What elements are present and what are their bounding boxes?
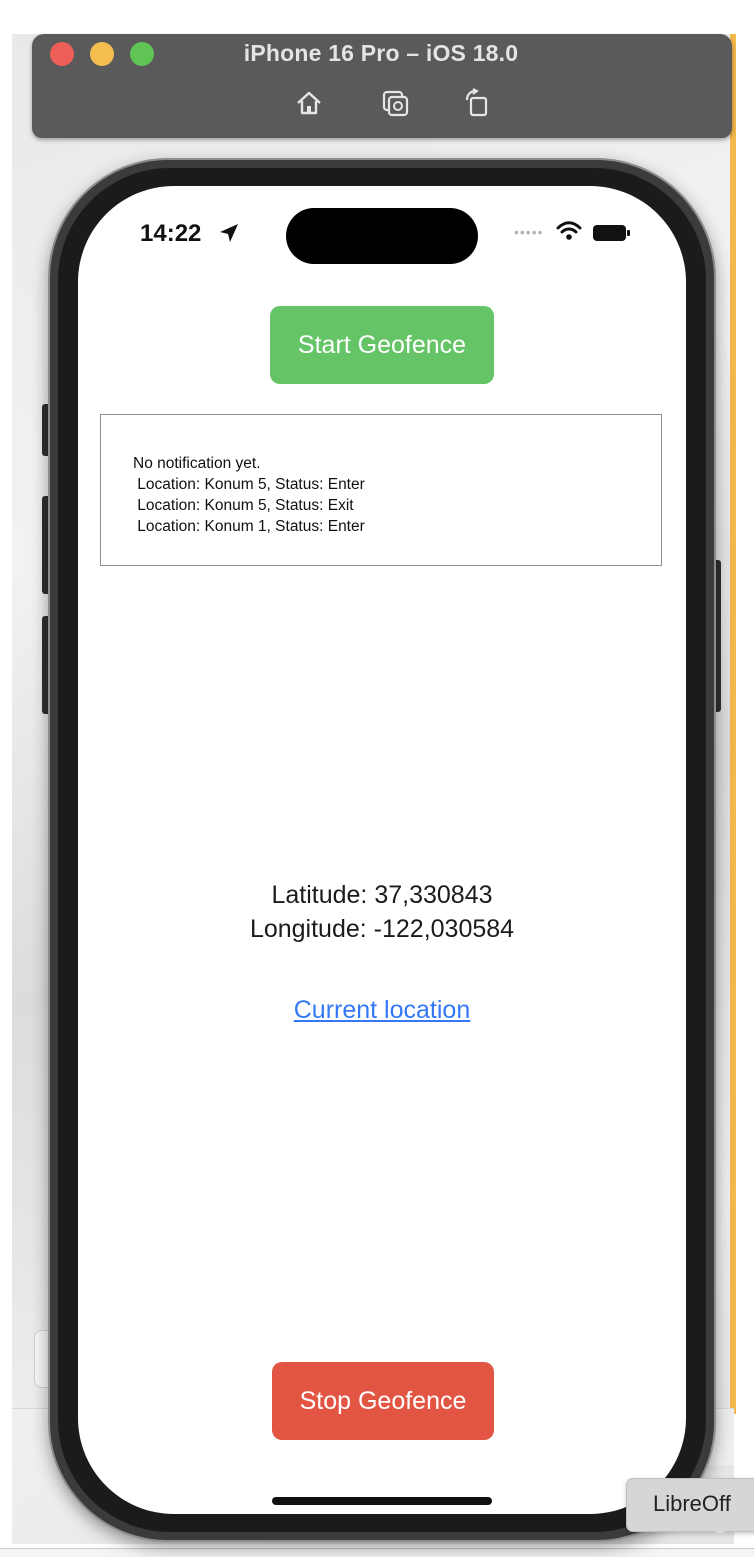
home-indicator[interactable] — [272, 1497, 492, 1505]
zoom-window-button[interactable] — [130, 42, 154, 66]
stop-geofence-button[interactable]: Stop Geofence — [272, 1362, 494, 1440]
notification-line: No notification yet. — [133, 455, 261, 472]
dock-tooltip: LibreOff — [626, 1478, 754, 1532]
home-icon[interactable] — [294, 88, 324, 118]
close-window-button[interactable] — [50, 42, 74, 66]
notification-line: Location: Konum 5, Status: Enter — [133, 476, 365, 493]
wifi-icon — [556, 221, 582, 240]
location-arrow-icon — [220, 224, 238, 242]
latitude-text: Latitude: 37,330843 — [271, 881, 493, 909]
screenshot-icon[interactable] — [380, 88, 410, 118]
tooltip-pointer — [712, 1528, 728, 1537]
cellular-signal-icon: ••••• — [514, 224, 544, 240]
tooltip-text: LibreOff — [653, 1491, 731, 1516]
start-geofence-button[interactable]: Start Geofence — [270, 306, 494, 384]
notification-line: Location: Konum 5, Status: Exit — [133, 497, 354, 514]
window-edge-accent — [730, 34, 736, 1414]
phone-screen: 14:22 ••••• Start Geofence No notificati… — [78, 186, 686, 1514]
battery-icon — [593, 225, 630, 241]
simulator-title: iPhone 16 Pro – iOS 18.0 — [243, 40, 519, 66]
coordinates-display: Latitude: 37,330843 Longitude: -122,0305… — [78, 878, 686, 946]
status-time: 14:22 — [140, 220, 202, 247]
notification-list: No notification yet. Location: Konum 5, … — [133, 453, 365, 537]
current-location-link[interactable]: Current location — [78, 996, 686, 1025]
minimize-window-button[interactable] — [90, 42, 114, 66]
longitude-text: Longitude: -122,030584 — [249, 915, 515, 943]
notification-line: Location: Konum 1, Status: Enter — [133, 518, 365, 535]
rotate-icon[interactable] — [462, 88, 492, 118]
notification-log: No notification yet. Location: Konum 5, … — [100, 414, 662, 566]
dynamic-island — [286, 208, 478, 264]
